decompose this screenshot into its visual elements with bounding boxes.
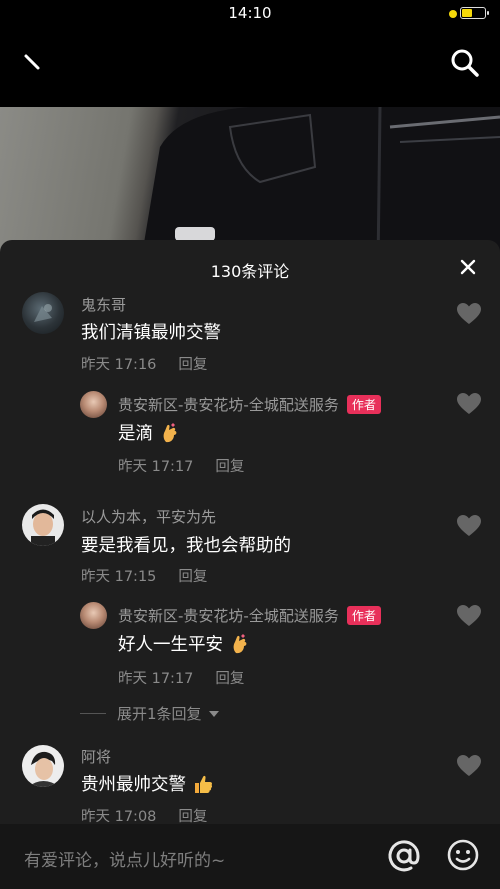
comment-time: 昨天 17:17 — [118, 671, 194, 687]
comment-meta: 昨天 17:17 回复 — [118, 455, 244, 476]
comment-time: 昨天 17:15 — [81, 569, 157, 585]
author-badge: 作者 — [346, 395, 381, 414]
battery-icon — [460, 7, 489, 19]
reply-button[interactable]: 回复 — [215, 459, 244, 475]
comment-input-bar[interactable]: 有爱评论，说点儿好听的~ — [0, 824, 500, 889]
avatar[interactable] — [80, 391, 107, 418]
comment-meta: 昨天 17:08 回复 — [81, 805, 207, 826]
comment-username[interactable]: 贵安新区-贵安花坊-全城配送服务 作者 — [118, 605, 381, 626]
heart-icon[interactable] — [456, 514, 482, 538]
chevron-down-icon — [209, 711, 220, 717]
expand-divider — [80, 713, 106, 714]
comment-text: 要是我看见，我也会帮助的 — [81, 536, 291, 556]
reply-button[interactable]: 回复 — [178, 569, 207, 585]
heart-icon[interactable] — [456, 754, 482, 778]
comment-time: 昨天 17:16 — [81, 357, 157, 373]
reply-button[interactable]: 回复 — [178, 357, 207, 373]
comment-text: 是滴 — [118, 420, 181, 445]
comment-time: 昨天 17:17 — [118, 459, 194, 475]
heart-icon[interactable] — [456, 604, 482, 628]
top-bar — [0, 30, 500, 100]
comment-sheet: 130条评论 鬼东哥 我们清镇最帅交警 昨天 17:16 回复 贵安新区-贵安花坊… — [0, 240, 500, 889]
avatar[interactable] — [22, 292, 64, 334]
comment-meta: 昨天 17:17 回复 — [118, 667, 244, 688]
status-bar: 14:10 — [0, 0, 500, 28]
comment-time: 昨天 17:08 — [81, 809, 157, 825]
expand-replies-button[interactable]: 展开1条回复 — [117, 703, 220, 724]
avatar[interactable] — [22, 745, 64, 787]
status-time: 14:10 — [228, 4, 272, 22]
thumbs-up-emoji-icon — [195, 775, 213, 793]
finger-heart-emoji-icon — [233, 633, 247, 653]
indicator-dot — [449, 10, 457, 18]
comment-text: 我们清镇最帅交警 — [81, 323, 221, 343]
comment-meta: 昨天 17:15 回复 — [81, 565, 207, 586]
reply-button[interactable]: 回复 — [215, 671, 244, 687]
heart-icon[interactable] — [456, 302, 482, 326]
back-icon[interactable] — [18, 48, 50, 80]
avatar[interactable] — [22, 504, 64, 546]
search-icon[interactable] — [448, 46, 482, 80]
comment-username[interactable]: 贵安新区-贵安花坊-全城配送服务 作者 — [118, 394, 381, 415]
finger-heart-emoji-icon — [163, 422, 177, 442]
author-badge: 作者 — [346, 606, 381, 625]
emoji-icon[interactable] — [446, 838, 480, 872]
heart-icon[interactable] — [456, 392, 482, 416]
comment-meta: 昨天 17:16 回复 — [81, 353, 207, 374]
comment-username[interactable]: 阿将 — [81, 746, 111, 767]
close-icon[interactable] — [458, 257, 478, 277]
at-icon[interactable] — [386, 838, 422, 874]
comment-count-title: 130条评论 — [210, 262, 290, 281]
reply-button[interactable]: 回复 — [178, 809, 207, 825]
avatar[interactable] — [80, 602, 107, 629]
comment-text: 贵州最帅交警 — [81, 771, 214, 796]
comment-username[interactable]: 以人为本，平安为先 — [81, 506, 216, 527]
comment-input[interactable]: 有爱评论，说点儿好听的~ — [24, 846, 225, 871]
comment-username[interactable]: 鬼东哥 — [81, 294, 126, 315]
comment-text: 好人一生平安 — [118, 631, 251, 656]
